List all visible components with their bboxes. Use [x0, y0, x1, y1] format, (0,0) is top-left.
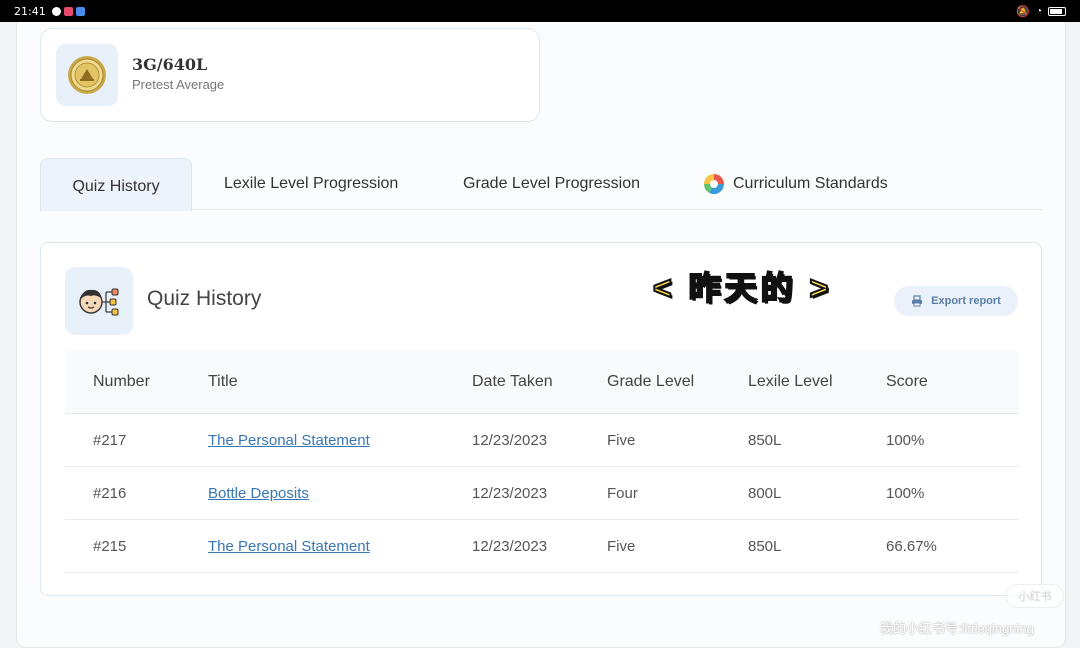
status-bar: 21:41 🔕 ◔	[0, 0, 1080, 22]
header-grade-level: Grade Level	[607, 373, 695, 390]
cell-lexile: 850L	[748, 431, 782, 449]
tab-quiz-history[interactable]: Quiz History	[40, 158, 192, 211]
section-title: Quiz History	[147, 287, 262, 310]
header-lexile-level: Lexile Level	[748, 373, 833, 390]
tab-lexile-level-progression[interactable]: Lexile Level Progression	[224, 158, 398, 210]
pie-chart-icon	[703, 174, 725, 195]
battery-icon	[1048, 6, 1066, 16]
header-number: Number	[93, 373, 150, 390]
table-row: #216 Bottle Deposits 12/23/2023 Four 800…	[65, 467, 1019, 520]
cell-title: The Personal Statement	[208, 520, 370, 572]
watermark-text: 我的小红书号:littleqingning	[880, 621, 1034, 636]
tab-label: Lexile Level Progression	[224, 175, 399, 192]
quiz-history-table: Number Title Date Taken Grade Level Lexi…	[65, 351, 1019, 573]
tab-label: Grade Level Progression	[463, 175, 640, 192]
table-row: #215 The Personal Statement 12/23/2023 F…	[65, 520, 1019, 573]
table-header: Number Title Date Taken Grade Level Lexi…	[65, 351, 1019, 414]
cell-date: 12/23/2023	[472, 431, 548, 449]
overlay-caption: < 昨天的 >	[652, 269, 833, 307]
export-label: Export report	[931, 295, 1001, 307]
cell-grade: Five	[607, 431, 636, 449]
cell-title: The Personal Statement	[208, 414, 370, 466]
cell-score: 100%	[886, 431, 925, 449]
cell-date: 12/23/2023	[472, 484, 548, 502]
cell-lexile: 800L	[748, 484, 782, 502]
pretest-stat-card: 3G/640L Pretest Average	[40, 28, 540, 122]
cell-grade: Five	[607, 537, 636, 555]
cell-number: #215	[93, 537, 127, 555]
quiz-history-card: Quiz History < 昨天的 > Export report Numbe…	[40, 242, 1042, 596]
pretest-value: 3G/640L	[132, 55, 208, 74]
table-row: #217 The Personal Statement 12/23/2023 F…	[65, 414, 1019, 467]
cell-number: #217	[93, 431, 127, 449]
cell-grade: Four	[607, 484, 638, 502]
tab-bar: Quiz History Lexile Level Progression Gr…	[40, 158, 1042, 211]
header-score: Score	[886, 373, 928, 390]
mute-icon: 🔕	[1016, 5, 1030, 18]
cell-number: #216	[93, 484, 127, 502]
status-time: 21:41	[14, 4, 46, 18]
cell-score: 66.67%	[886, 537, 937, 555]
wifi-icon: ◔	[1035, 5, 1042, 17]
printer-icon	[912, 295, 923, 307]
watermark-logo: 小红书	[1006, 584, 1064, 608]
quiz-title-link[interactable]: The Personal Statement	[208, 538, 370, 555]
quiz-title-link[interactable]: The Personal Statement	[208, 432, 370, 449]
tab-label: Curriculum Standards	[733, 175, 888, 192]
student-network-icon	[65, 267, 133, 335]
app-notification-icon	[63, 6, 73, 16]
header-date-taken: Date Taken	[472, 373, 553, 390]
pretest-label: Pretest Average	[132, 77, 225, 92]
cell-date: 12/23/2023	[472, 537, 548, 555]
cell-title: Bottle Deposits	[208, 467, 309, 519]
chat-icon	[51, 6, 61, 16]
quiz-title-link[interactable]: Bottle Deposits	[208, 485, 309, 502]
shield-icon	[75, 6, 85, 16]
cell-lexile: 850L	[748, 537, 782, 555]
tab-curriculum-standards[interactable]: Curriculum Standards	[703, 158, 888, 210]
export-report-button[interactable]: Export report	[894, 286, 1018, 316]
cell-score: 100%	[886, 484, 925, 502]
medal-icon	[56, 44, 118, 106]
tab-label: Quiz History	[72, 178, 160, 195]
header-title: Title	[208, 373, 238, 390]
tab-grade-level-progression[interactable]: Grade Level Progression	[463, 158, 640, 210]
